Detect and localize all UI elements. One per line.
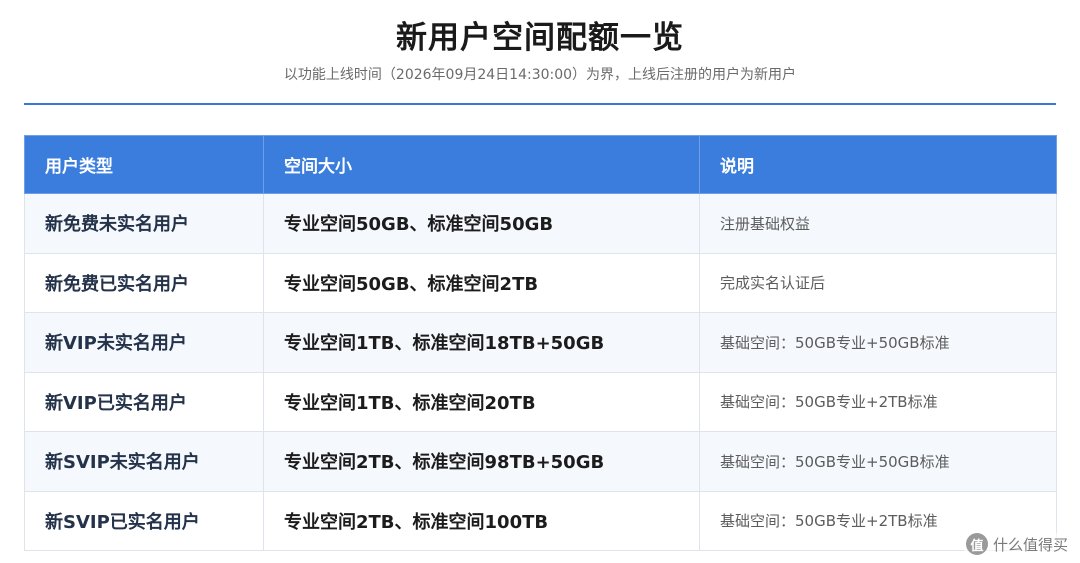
note-cell: 完成实名认证后: [699, 252, 1057, 313]
note-cell: 基础空间：50GB专业+50GB标准: [699, 431, 1057, 492]
user-type-cell: 新免费未实名用户: [24, 193, 264, 254]
user-type-cell: 新VIP未实名用户: [24, 312, 264, 373]
table-row: 新SVIP未实名用户 专业空间2TB、标准空间98TB+50GB 基础空间：50…: [24, 431, 1057, 492]
column-header-user-type: 用户类型: [24, 135, 264, 194]
watermark-text: 什么值得买: [992, 535, 1068, 554]
user-type-cell: 新SVIP已实名用户: [24, 490, 264, 551]
space-size-cell: 专业空间2TB、标准空间100TB: [263, 490, 700, 551]
user-type-cell: 新SVIP未实名用户: [24, 431, 264, 492]
watermark: 值 什么值得买: [963, 533, 1070, 555]
column-header-note: 说明: [699, 135, 1057, 194]
page-subtitle: 以功能上线时间（2026年09月24日14:30:00）为界，上线后注册的用户为…: [283, 67, 797, 83]
user-type-cell: 新免费已实名用户: [24, 252, 264, 313]
table-row: 新VIP已实名用户 专业空间1TB、标准空间20TB 基础空间：50GB专业+2…: [24, 371, 1057, 432]
note-cell: 注册基础权益: [699, 193, 1057, 254]
note-cell: 基础空间：50GB专业+2TB标准: [699, 371, 1057, 432]
header-row: 用户类型 空间大小 说明: [24, 135, 1057, 194]
space-size-cell: 专业空间2TB、标准空间98TB+50GB: [263, 431, 700, 492]
table-row: 新SVIP已实名用户 专业空间2TB、标准空间100TB 基础空间：50GB专业…: [24, 490, 1057, 551]
table-row: 新VIP未实名用户 专业空间1TB、标准空间18TB+50GB 基础空间：50G…: [24, 312, 1057, 373]
quota-table: 用户类型 空间大小 说明 新免费未实名用户 专业空间50GB、标准空间50GB …: [24, 135, 1057, 551]
title-divider: [24, 103, 1056, 105]
table-row: 新免费已实名用户 专业空间50GB、标准空间2TB 完成实名认证后: [24, 252, 1057, 313]
table-header: 用户类型 空间大小 说明: [24, 135, 1057, 194]
note-cell: 基础空间：50GB专业+50GB标准: [699, 312, 1057, 373]
space-size-cell: 专业空间1TB、标准空间20TB: [263, 371, 700, 432]
table-body: 新免费未实名用户 专业空间50GB、标准空间50GB 注册基础权益 新免费已实名…: [24, 193, 1057, 551]
column-header-space-size: 空间大小: [263, 135, 700, 194]
space-size-cell: 专业空间50GB、标准空间50GB: [263, 193, 700, 254]
space-size-cell: 专业空间50GB、标准空间2TB: [263, 252, 700, 313]
page-title: 新用户空间配额一览: [396, 20, 684, 56]
user-type-cell: 新VIP已实名用户: [24, 371, 264, 432]
space-size-cell: 专业空间1TB、标准空间18TB+50GB: [263, 312, 700, 373]
watermark-logo-icon: 值: [965, 533, 988, 555]
table-row: 新免费未实名用户 专业空间50GB、标准空间50GB 注册基础权益: [24, 193, 1057, 254]
